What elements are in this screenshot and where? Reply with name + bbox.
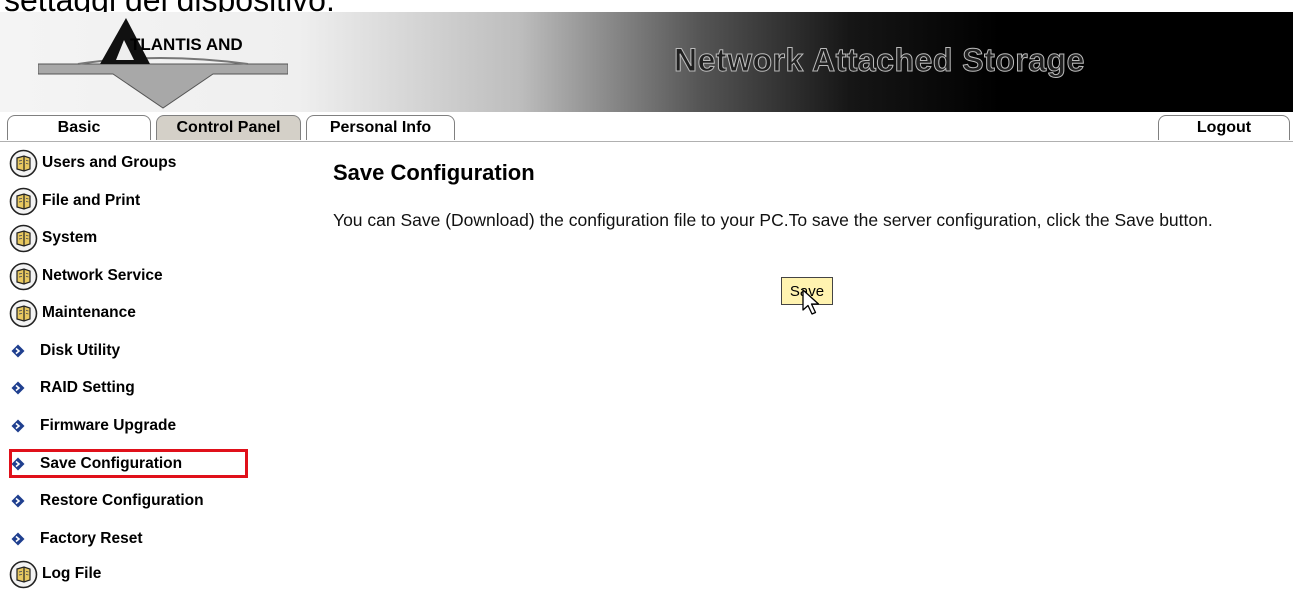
logout-button[interactable]: Logout <box>1158 115 1290 140</box>
diamond-bullet-icon <box>11 381 25 395</box>
sidebar-item-save-configuration[interactable]: Save Configuration <box>9 449 182 479</box>
sidebar-item-firmware-upgrade[interactable]: Firmware Upgrade <box>9 411 176 441</box>
tab-control-panel[interactable]: Control Panel <box>156 115 301 140</box>
diamond-bullet-icon <box>11 344 25 358</box>
banner-title: Network Attached Storage <box>674 42 1085 79</box>
book-icon <box>9 149 38 178</box>
diamond-bullet-icon <box>11 494 25 508</box>
book-icon <box>9 224 38 253</box>
sidebar-item-log-file[interactable]: Log File <box>9 559 101 589</box>
sidebar-item-system[interactable]: System <box>9 223 97 253</box>
header-banner: TLANTIS AND Network Attached Storage <box>0 12 1293 112</box>
save-button[interactable]: Save <box>781 277 833 305</box>
book-icon <box>9 560 38 589</box>
diamond-bullet-icon <box>11 419 25 433</box>
diamond-bullet-icon <box>11 457 25 471</box>
sidebar-item-users-and-groups[interactable]: Users and Groups <box>9 148 176 178</box>
sidebar-item-raid-setting[interactable]: RAID Setting <box>9 373 135 403</box>
book-icon <box>9 299 38 328</box>
tab-divider <box>0 141 1293 142</box>
book-icon <box>9 262 38 291</box>
svg-text:TLANTIS AND: TLANTIS AND <box>130 35 243 54</box>
tab-personal-info[interactable]: Personal Info <box>306 115 455 140</box>
sidebar-item-disk-utility[interactable]: Disk Utility <box>9 336 120 366</box>
sidebar-item-factory-reset[interactable]: Factory Reset <box>9 524 143 554</box>
sidebar-item-maintenance[interactable]: Maintenance <box>9 298 136 328</box>
sidebar-item-restore-configuration[interactable]: Restore Configuration <box>9 486 204 516</box>
page-title: Save Configuration <box>333 160 535 185</box>
description-text: You can Save (Download) the configuratio… <box>333 210 1213 230</box>
atlantis-logo: TLANTIS AND <box>38 18 288 109</box>
book-icon <box>9 187 38 216</box>
tab-basic[interactable]: Basic <box>7 115 151 140</box>
diamond-bullet-icon <box>11 532 25 546</box>
sidebar-item-file-and-print[interactable]: File and Print <box>9 186 140 216</box>
main-content: Save Configuration You can Save (Downloa… <box>333 160 1273 233</box>
sidebar-item-network-service[interactable]: Network Service <box>9 261 163 291</box>
tab-bar: Basic Control Panel Personal Info Logout <box>0 115 1293 143</box>
